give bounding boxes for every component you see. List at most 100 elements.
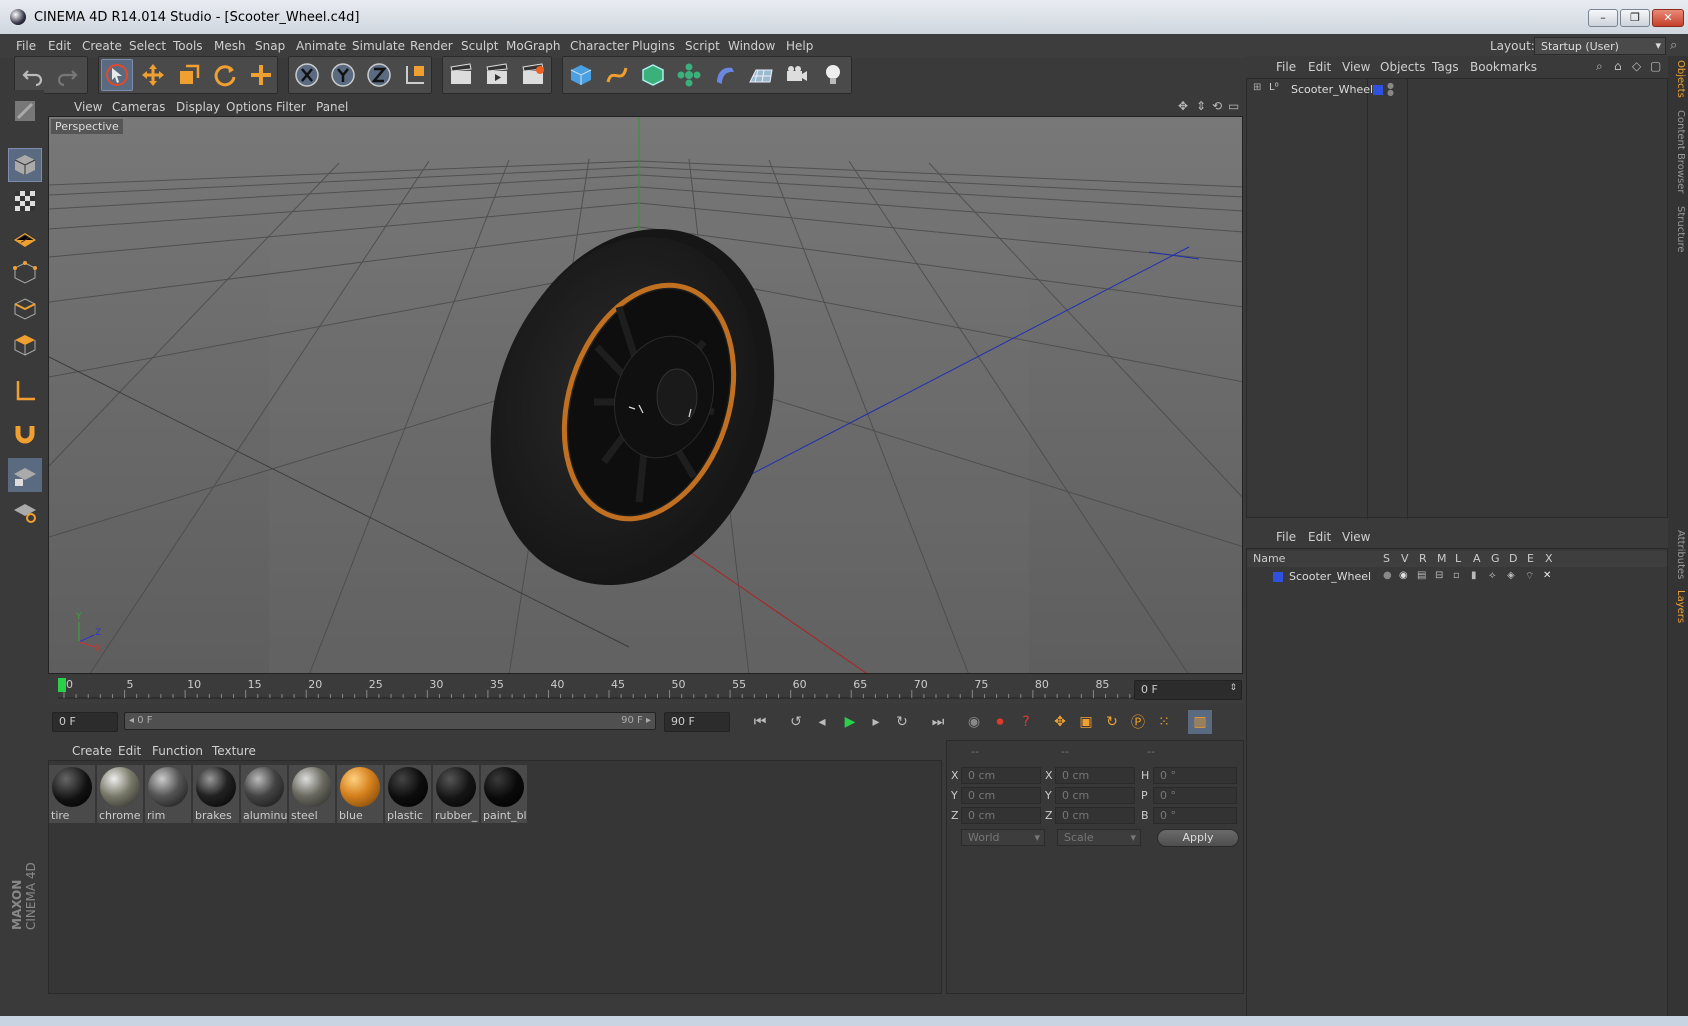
menu-mesh[interactable]: Mesh (214, 39, 246, 53)
timeline-window-icon[interactable]: ▥ (1188, 710, 1212, 734)
z-axis-lock-button[interactable] (363, 59, 395, 91)
viewport-menu-cameras[interactable]: Cameras (112, 100, 165, 114)
objmgr-menu-edit[interactable]: Edit (1308, 60, 1331, 74)
menu-render[interactable]: Render (410, 39, 453, 53)
go-to-start-button[interactable]: ⏮ (748, 710, 772, 734)
objmgr-menu-objects[interactable]: Objects (1380, 60, 1425, 74)
position-y-field[interactable]: 0 cm (961, 787, 1041, 804)
viewport-menu-options[interactable]: Options (226, 100, 272, 114)
key-scale-icon[interactable]: ▣ (1074, 710, 1098, 734)
tab-content-browser[interactable]: Content Browser (1670, 110, 1686, 193)
scale-tool[interactable] (173, 59, 205, 91)
recent-tool[interactable] (245, 59, 277, 91)
camera-button[interactable] (781, 59, 813, 91)
col-render[interactable]: R (1419, 552, 1427, 565)
locked-workplane-button[interactable] (8, 458, 42, 492)
render-picture-viewer-button[interactable] (481, 59, 513, 91)
render-view-button[interactable] (445, 59, 477, 91)
material-swatch[interactable]: tire (49, 765, 95, 823)
layermgr-menu-file[interactable]: File (1276, 530, 1296, 544)
record-keys-icon[interactable]: ◉ (962, 710, 986, 734)
rotation-h-field[interactable]: 0 ° (1153, 767, 1237, 784)
viewport-zoom-icon[interactable]: ⇕ (1196, 99, 1206, 113)
expression-icon[interactable]: ⌔ (1525, 570, 1534, 583)
points-mode-button[interactable] (8, 256, 42, 290)
previous-frame-button[interactable]: ◂ (810, 710, 834, 734)
position-x-field[interactable]: 0 cm (961, 767, 1041, 784)
layermgr-menu-view[interactable]: View (1342, 530, 1370, 544)
next-key-button[interactable]: ↻ (890, 710, 914, 734)
previous-key-button[interactable]: ↺ (784, 710, 808, 734)
workplane-mode-button[interactable] (8, 220, 42, 254)
objmgr-menu-file[interactable]: File (1276, 60, 1296, 74)
menu-tools[interactable]: Tools (173, 39, 203, 53)
tab-layers[interactable]: Layers (1670, 590, 1686, 623)
viewport-menu-display[interactable]: Display (176, 100, 220, 114)
material-swatch[interactable]: plastic (385, 765, 431, 823)
close-button[interactable]: ✕ (1652, 9, 1684, 27)
autokey-icon[interactable]: ⏺ (988, 710, 1012, 734)
menu-help[interactable]: Help (786, 39, 813, 53)
viewport-menu-filter[interactable]: Filter (276, 100, 306, 114)
tab-attributes[interactable]: Attributes (1670, 530, 1686, 579)
col-generators[interactable]: G (1491, 552, 1500, 565)
current-frame-field[interactable]: 0 F ⇕ (1134, 680, 1242, 700)
material-swatch[interactable]: paint_bl (481, 765, 527, 823)
floor-button[interactable] (745, 59, 777, 91)
position-z-field[interactable]: 0 cm (961, 807, 1041, 824)
deformer-icon[interactable]: ◈ (1507, 570, 1515, 581)
planar-workplane-button[interactable] (8, 494, 42, 528)
playhead-marker[interactable] (58, 678, 66, 692)
material-swatch[interactable]: blue (337, 765, 383, 823)
menu-plugins[interactable]: Plugins (632, 39, 675, 53)
objmgr-menu-view[interactable]: View (1342, 60, 1370, 74)
array-button[interactable] (673, 59, 705, 91)
col-expressions[interactable]: E (1527, 552, 1534, 565)
x-axis-lock-button[interactable] (291, 59, 323, 91)
menu-character[interactable]: Character (570, 39, 629, 53)
viewport-menu-view[interactable]: View (74, 100, 102, 114)
col-name[interactable]: Name (1253, 552, 1285, 565)
xref-icon[interactable]: ✕ (1543, 570, 1551, 581)
render-settings-button[interactable] (517, 59, 549, 91)
layermgr-menu-edit[interactable]: Edit (1308, 530, 1331, 544)
menu-animate[interactable]: Animate (296, 39, 346, 53)
render-clapboard-icon[interactable]: ▤ (1417, 570, 1426, 581)
material-swatch[interactable]: rim (145, 765, 191, 823)
y-axis-lock-button[interactable] (327, 59, 359, 91)
material-menu-create[interactable]: Create (72, 744, 112, 758)
redo-button[interactable] (51, 59, 83, 91)
material-swatch[interactable]: aluminu (241, 765, 287, 823)
live-selection-tool[interactable] (101, 59, 133, 91)
material-swatch[interactable]: brakes (193, 765, 239, 823)
size-mode-dropdown[interactable]: Scale ▾ (1057, 829, 1141, 846)
menu-simulate[interactable]: Simulate (352, 39, 405, 53)
eye-icon[interactable]: ◉ (1399, 570, 1408, 581)
col-manager[interactable]: M (1437, 552, 1447, 565)
home-icon[interactable]: ⌂ (1614, 59, 1622, 73)
material-menu-edit[interactable]: Edit (118, 744, 141, 758)
edges-mode-button[interactable] (8, 292, 42, 326)
col-view[interactable]: V (1401, 552, 1409, 565)
max-frame-field[interactable]: 90 F (664, 712, 730, 732)
key-pla-icon[interactable]: ⁙ (1152, 710, 1176, 734)
back-icon[interactable]: ◇ (1632, 59, 1641, 73)
menu-mograph[interactable]: MoGraph (506, 39, 561, 53)
deformer-button[interactable] (709, 59, 741, 91)
polygons-mode-button[interactable] (8, 328, 42, 362)
col-solo[interactable]: S (1383, 552, 1390, 565)
make-editable-button[interactable] (8, 94, 42, 128)
size-z-field[interactable]: 0 cm (1055, 807, 1135, 824)
material-swatch[interactable]: rubber_ (433, 765, 479, 823)
objmgr-menu-tags[interactable]: Tags (1432, 60, 1459, 74)
min-frame-field[interactable]: 0 F (52, 712, 118, 732)
menu-window[interactable]: Window (728, 39, 775, 53)
new-window-icon[interactable]: ▢ (1650, 59, 1661, 73)
col-deformers[interactable]: D (1509, 552, 1517, 565)
3d-viewport[interactable]: Y Z X Perspective (48, 116, 1243, 674)
next-frame-button[interactable]: ▸ (864, 710, 888, 734)
cube-object-button[interactable] (565, 59, 597, 91)
model-mode-button[interactable] (8, 148, 42, 182)
material-swatch[interactable]: chrome (97, 765, 143, 823)
move-tool[interactable] (137, 59, 169, 91)
